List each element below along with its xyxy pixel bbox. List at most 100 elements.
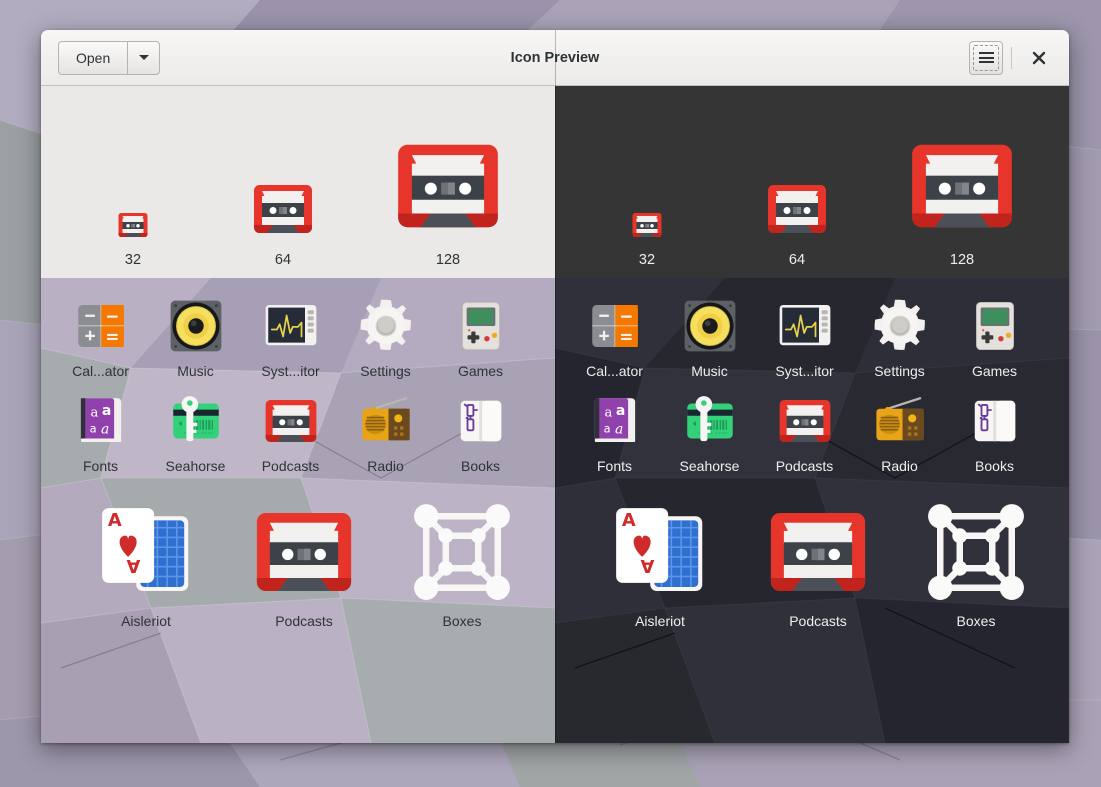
- hamburger-menu-icon: [979, 52, 994, 63]
- app-icon-aisleriot[interactable]: Aisleriot: [581, 498, 739, 629]
- app-icon-label: Seahorse: [680, 458, 740, 474]
- app-icon-label: Boxes: [443, 613, 482, 629]
- settings-gear-icon: [357, 296, 415, 356]
- app-icon-label: Music: [691, 363, 728, 379]
- size-preview-strip-dark: 32 64 128: [555, 86, 1069, 278]
- app-icon-label: Books: [461, 458, 500, 474]
- app-icon-games[interactable]: Games: [947, 296, 1042, 379]
- hamburger-menu-button[interactable]: [969, 41, 1003, 75]
- music-speaker-icon: [681, 296, 739, 356]
- size-label: 64: [789, 252, 805, 268]
- app-icon-label: Radio: [367, 458, 404, 474]
- system-monitor-icon: [777, 296, 833, 356]
- app-icon-label: Fonts: [597, 458, 632, 474]
- app-icon-grid: Cal...ator Music Syst...it: [555, 278, 1069, 743]
- app-icon-music[interactable]: Music: [148, 296, 243, 379]
- preview-content: 32 64 128: [41, 86, 1069, 743]
- radio-icon: [872, 391, 928, 451]
- app-icon-label: Games: [458, 363, 503, 379]
- open-dropdown-button[interactable]: [127, 41, 160, 75]
- chevron-down-icon: [139, 55, 149, 60]
- app-icon-label: Aisleriot: [121, 613, 171, 629]
- header-separator: [1011, 47, 1012, 69]
- size-label: 128: [436, 252, 460, 268]
- app-icon-label: Cal...ator: [586, 363, 643, 379]
- icon-row: Aisleriot Podcasts Boxes: [41, 498, 555, 641]
- close-icon: [1032, 51, 1046, 65]
- app-icon-calculator[interactable]: Cal...ator: [567, 296, 662, 379]
- app-icon-label: Podcasts: [275, 613, 333, 629]
- size-label: 64: [275, 252, 291, 268]
- app-icon-radio[interactable]: Radio: [338, 391, 433, 474]
- app-icon-podcasts-large[interactable]: Podcasts: [225, 498, 383, 629]
- app-icon-settings[interactable]: Settings: [338, 296, 433, 379]
- system-monitor-icon: [263, 296, 319, 356]
- app-icon-label: Podcasts: [262, 458, 320, 474]
- app-icon-grid: Cal...ator Music Syst...it: [41, 278, 555, 743]
- light-theme-panel: 32 64 128: [41, 86, 555, 743]
- podcasts-cassette-icon: [251, 101, 315, 241]
- open-button-label: Open: [76, 50, 110, 66]
- podcasts-cassette-icon: [631, 101, 663, 241]
- podcasts-cassette-icon: [252, 498, 356, 606]
- calculator-icon: [73, 296, 129, 356]
- calculator-icon: [587, 296, 643, 356]
- app-icon-fonts[interactable]: Fonts: [53, 391, 148, 474]
- app-icon-boxes[interactable]: Boxes: [383, 498, 541, 629]
- app-icon-seahorse[interactable]: Seahorse: [662, 391, 757, 474]
- app-icon-label: Books: [975, 458, 1014, 474]
- music-speaker-icon: [167, 296, 225, 356]
- podcasts-cassette-icon: [117, 101, 149, 241]
- books-icon: [454, 391, 508, 451]
- size-sample: 64: [208, 86, 358, 278]
- app-icon-fonts[interactable]: Fonts: [567, 391, 662, 474]
- size-label: 128: [950, 252, 974, 268]
- app-icon-label: Aisleriot: [635, 613, 685, 629]
- dark-theme-panel: 32 64 128: [555, 86, 1069, 743]
- app-icon-label: Radio: [881, 458, 918, 474]
- app-icon-system-monitor[interactable]: Syst...itor: [757, 296, 852, 379]
- radio-icon: [358, 391, 414, 451]
- app-icon-podcasts[interactable]: Podcasts: [757, 391, 852, 474]
- seahorse-key-icon: [682, 391, 738, 451]
- size-preview-strip-light: 32 64 128: [41, 86, 555, 278]
- app-icon-boxes[interactable]: Boxes: [897, 498, 1055, 629]
- app-icon-settings[interactable]: Settings: [852, 296, 947, 379]
- app-icon-label: Podcasts: [789, 613, 847, 629]
- settings-gear-icon: [871, 296, 929, 356]
- app-icon-label: Syst...itor: [261, 363, 319, 379]
- app-icon-music[interactable]: Music: [662, 296, 757, 379]
- games-gameboy-icon: [968, 296, 1022, 356]
- app-icon-podcasts-large[interactable]: Podcasts: [739, 498, 897, 629]
- size-sample: 32: [58, 86, 208, 278]
- app-icon-books[interactable]: Books: [947, 391, 1042, 474]
- app-icon-radio[interactable]: Radio: [852, 391, 947, 474]
- close-window-button[interactable]: [1021, 41, 1057, 75]
- app-icon-podcasts[interactable]: Podcasts: [243, 391, 338, 474]
- icon-row: Fonts Seahorse Podcasts: [41, 391, 555, 486]
- panel-divider: [555, 30, 556, 743]
- app-icon-seahorse[interactable]: Seahorse: [148, 391, 243, 474]
- open-button[interactable]: Open: [58, 41, 127, 75]
- app-icon-label: Music: [177, 363, 214, 379]
- icon-row: Aisleriot Podcasts Boxes: [555, 498, 1069, 641]
- app-icon-calculator[interactable]: Cal...ator: [53, 296, 148, 379]
- app-icon-games[interactable]: Games: [433, 296, 528, 379]
- aisleriot-cards-icon: [94, 498, 198, 606]
- icon-row: Cal...ator Music Syst...it: [555, 296, 1069, 391]
- app-icon-label: Cal...ator: [72, 363, 129, 379]
- size-sample: 64: [722, 86, 872, 278]
- app-icon-label: Syst...itor: [775, 363, 833, 379]
- size-sample: 128: [872, 86, 1052, 278]
- application-window: Open Icon Preview: [41, 30, 1069, 743]
- aisleriot-cards-icon: [608, 498, 712, 606]
- podcasts-cassette-icon: [263, 391, 319, 451]
- icon-grid-dark: Cal...ator Music Syst...it: [555, 278, 1069, 743]
- app-icon-label: Fonts: [83, 458, 118, 474]
- app-icon-books[interactable]: Books: [433, 391, 528, 474]
- app-icon-system-monitor[interactable]: Syst...itor: [243, 296, 338, 379]
- app-icon-label: Settings: [360, 363, 411, 379]
- app-icon-label: Seahorse: [166, 458, 226, 474]
- podcasts-cassette-icon: [393, 101, 503, 241]
- app-icon-aisleriot[interactable]: Aisleriot: [67, 498, 225, 629]
